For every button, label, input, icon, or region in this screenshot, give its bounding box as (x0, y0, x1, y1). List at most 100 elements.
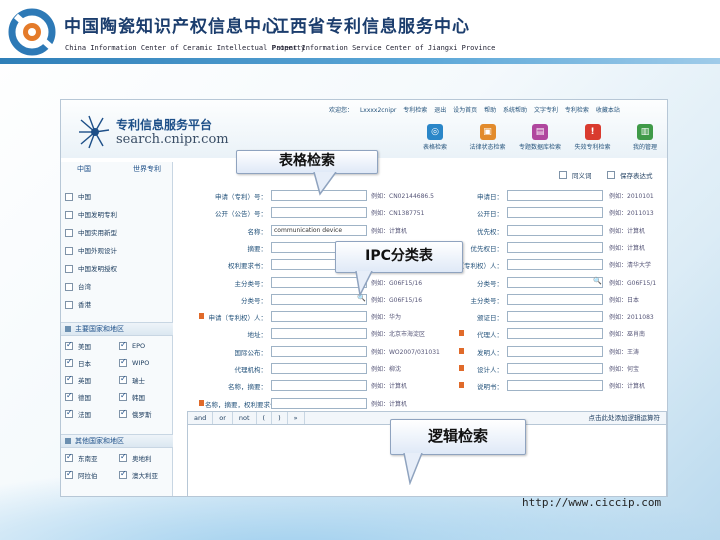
field-input[interactable] (271, 380, 367, 392)
field-input[interactable] (507, 363, 603, 374)
logic-op-button[interactable]: or (213, 412, 233, 424)
checkbox[interactable] (65, 408, 73, 418)
checkbox[interactable] (65, 357, 73, 367)
checkbox[interactable] (65, 229, 73, 237)
checkbox[interactable] (119, 374, 127, 384)
db-item[interactable]: 中国发明授权 (65, 263, 117, 275)
field-input[interactable] (271, 363, 367, 374)
logic-op-button[interactable]: and (188, 412, 214, 424)
logic-op-button[interactable]: ) (272, 412, 288, 424)
country-item[interactable]: 阿拉伯 (65, 469, 98, 481)
db-item[interactable]: 香港 (65, 299, 91, 311)
checkbox[interactable] (119, 391, 127, 401)
top-link-bar: 欢迎您： Lxxxx2cnipr 专利检索 退出 设为首页 帮助 系统帮助 文字… (329, 105, 625, 114)
option-checkbox[interactable]: 保存表达式 (607, 170, 653, 180)
field-label: 代理机构： (234, 366, 268, 374)
checkbox[interactable] (65, 247, 73, 255)
country-item[interactable]: 法国 (65, 408, 91, 420)
country-item[interactable]: WIPO (119, 357, 149, 369)
tool-button[interactable]: ▥ 我的管理 (623, 124, 667, 158)
checkbox[interactable] (65, 391, 73, 401)
field-input[interactable] (271, 328, 367, 340)
field-input[interactable] (507, 380, 603, 392)
field-input[interactable] (271, 397, 367, 409)
field-input[interactable] (507, 328, 603, 340)
search-icon[interactable]: 🔍 (593, 277, 602, 285)
logic-op-button[interactable]: » (288, 412, 305, 424)
checkbox[interactable] (119, 408, 127, 418)
required-icon (199, 399, 204, 406)
field-input[interactable] (271, 311, 367, 323)
field-label: 代理人： (477, 331, 503, 340)
country-item[interactable]: 瑞士 (119, 374, 145, 386)
country-label: 澳大利亚 (132, 472, 158, 480)
country-item[interactable]: 日本 (65, 357, 91, 369)
db-item[interactable]: 台湾 (65, 281, 91, 293)
top-link[interactable]: 收藏本站 (596, 107, 620, 114)
top-link[interactable]: 帮助 (484, 107, 496, 114)
tool-button[interactable]: ▣ 法律状态检索 (466, 124, 510, 158)
top-link[interactable]: 系统帮助 (503, 107, 527, 114)
field-input[interactable]: communication device (271, 224, 367, 236)
tool-button[interactable]: ! 失效专利检索 (571, 124, 615, 158)
db-item[interactable]: 中国外观设计 (65, 245, 117, 257)
checkbox[interactable] (119, 469, 127, 479)
country-item[interactable]: 澳大利亚 (119, 469, 158, 481)
checkbox[interactable] (65, 340, 73, 350)
checkbox[interactable] (65, 211, 73, 219)
field-input[interactable] (507, 276, 603, 288)
db-item[interactable]: 中国 (65, 191, 91, 203)
checkbox[interactable] (65, 283, 73, 291)
top-link[interactable]: 文字专利 (534, 107, 558, 114)
country-item[interactable]: 美国 (65, 340, 91, 352)
checkbox[interactable] (119, 340, 127, 350)
field-input[interactable] (507, 311, 603, 323)
field-input[interactable] (271, 207, 367, 219)
logic-op-button[interactable]: not (233, 412, 257, 424)
logic-op-button[interactable]: ( (257, 412, 273, 424)
country-item[interactable]: 英国 (65, 374, 91, 386)
field-input[interactable] (507, 207, 603, 219)
field-input[interactable] (271, 345, 367, 357)
top-link[interactable]: 设为首页 (453, 107, 477, 114)
tab-china[interactable]: 中国 (61, 162, 91, 176)
field-input[interactable] (507, 241, 603, 253)
checkbox[interactable] (65, 301, 73, 309)
country-item[interactable]: EPO (119, 340, 145, 352)
tool-button[interactable]: ▤ 专题数据库检索 (518, 124, 562, 158)
site-url[interactable]: search.cnipr.com (116, 132, 229, 147)
field-input[interactable] (507, 293, 603, 305)
country-item[interactable]: 俄罗斯 (119, 408, 152, 420)
db-item-label: 中国外观设计 (78, 247, 117, 255)
option-checkbox[interactable]: 同义词 (559, 170, 592, 180)
checkbox[interactable] (559, 171, 567, 179)
db-item[interactable]: 中国发明专利 (65, 209, 117, 221)
checkbox[interactable] (65, 265, 73, 273)
checkbox[interactable] (119, 452, 127, 462)
checkbox[interactable] (607, 171, 615, 179)
top-link[interactable]: 专利检索 (403, 107, 427, 114)
field-input[interactable] (507, 259, 603, 271)
field-input[interactable] (507, 190, 603, 201)
country-item[interactable]: 奥地利 (119, 452, 152, 464)
top-link[interactable]: Lxxxx2cnipr (360, 107, 396, 114)
country-item[interactable]: 韩国 (119, 391, 145, 403)
tab-world[interactable]: 世界专利 (117, 162, 161, 176)
field-label: 主分类号： (470, 296, 504, 305)
checkbox[interactable] (65, 374, 73, 384)
field-label: 分类号： (241, 296, 267, 305)
country-label: 法国 (78, 411, 91, 419)
checkbox[interactable] (65, 452, 73, 462)
db-item[interactable]: 中国实用新型 (65, 227, 117, 239)
country-item[interactable]: 德国 (65, 391, 91, 403)
checkbox[interactable] (119, 357, 127, 367)
tool-button[interactable]: ◎ 表格检索 (413, 124, 457, 158)
top-link[interactable]: 退出 (434, 107, 446, 114)
field-hint: 例如：2011013 (609, 210, 654, 218)
field-input[interactable] (507, 345, 603, 357)
checkbox[interactable] (65, 193, 73, 201)
top-link[interactable]: 专利检索 (565, 107, 589, 114)
country-item[interactable]: 东南亚 (65, 452, 98, 464)
checkbox[interactable] (65, 469, 73, 479)
field-input[interactable] (507, 224, 603, 236)
